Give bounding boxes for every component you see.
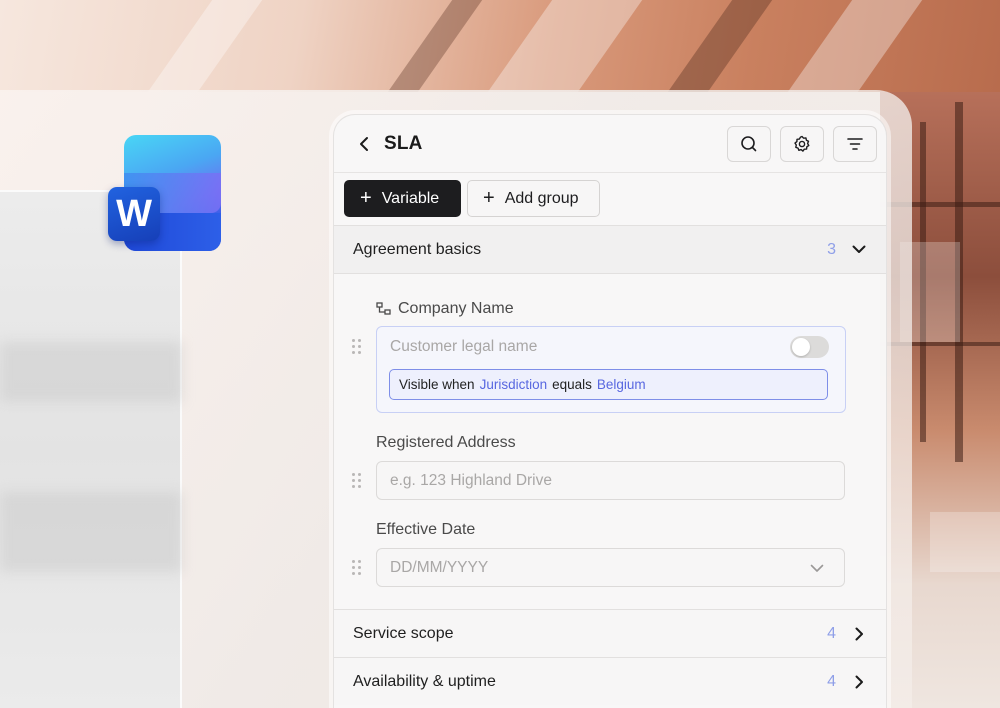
input-placeholder: DD/MM/YYYY bbox=[390, 558, 489, 576]
add-variable-label: Variable bbox=[381, 189, 440, 207]
condition-variable[interactable]: Jurisdiction bbox=[480, 377, 548, 392]
company-name-field[interactable]: Customer legal name Visible when Jurisdi… bbox=[376, 326, 846, 413]
filter-icon bbox=[847, 138, 863, 150]
toggle-knob bbox=[792, 338, 810, 356]
group-service-scope[interactable]: Service scope 4 bbox=[334, 609, 886, 657]
background-card bbox=[0, 190, 182, 708]
group-count: 3 bbox=[827, 240, 836, 258]
search-icon bbox=[741, 136, 757, 152]
group-count: 4 bbox=[827, 672, 836, 690]
visibility-condition[interactable]: Visible when Jurisdiction equals Belgium bbox=[389, 369, 828, 400]
group-count: 4 bbox=[827, 624, 836, 642]
drag-handle-icon[interactable] bbox=[352, 473, 362, 489]
word-app-icon: W bbox=[108, 135, 222, 251]
field-label: Effective Date bbox=[376, 521, 476, 538]
field-label: Registered Address bbox=[376, 434, 516, 451]
group-availability-uptime[interactable]: Availability & uptime 4 bbox=[334, 657, 886, 705]
group-label: Service scope bbox=[353, 624, 454, 642]
field-label: Company Name bbox=[398, 300, 514, 317]
panel-header: SLA bbox=[334, 115, 886, 173]
condition-value[interactable]: Belgium bbox=[597, 377, 646, 392]
variables-panel: SLA + Variable + Add group Agreement bas… bbox=[333, 114, 887, 708]
chevron-down-icon bbox=[810, 564, 824, 572]
settings-button[interactable] bbox=[780, 126, 824, 162]
company-name-placeholder: Customer legal name bbox=[390, 338, 538, 355]
background-architecture-top bbox=[0, 0, 1000, 92]
add-group-button[interactable]: + Add group bbox=[467, 180, 600, 217]
company-name-label-row: Company Name bbox=[376, 300, 514, 318]
input-placeholder: e.g. 123 Highland Drive bbox=[390, 471, 552, 489]
plus-icon: + bbox=[483, 186, 495, 209]
variable-type-icon bbox=[376, 302, 391, 315]
effective-date-select[interactable]: DD/MM/YYYY bbox=[376, 548, 845, 587]
plus-icon: + bbox=[360, 186, 372, 209]
gear-icon bbox=[794, 135, 810, 152]
add-variable-button[interactable]: + Variable bbox=[344, 180, 461, 217]
chevron-right-icon bbox=[852, 627, 866, 641]
filter-button[interactable] bbox=[833, 126, 877, 162]
back-button[interactable] bbox=[356, 135, 372, 153]
group-agreement-basics[interactable]: Agreement basics 3 bbox=[334, 226, 886, 274]
drag-handle-icon[interactable] bbox=[352, 560, 362, 576]
page-title: SLA bbox=[384, 133, 423, 154]
chevron-left-icon bbox=[360, 137, 368, 151]
chevron-down-icon bbox=[852, 243, 866, 257]
chevron-right-icon bbox=[852, 675, 866, 689]
add-group-label: Add group bbox=[504, 189, 579, 207]
visibility-toggle[interactable] bbox=[790, 336, 829, 358]
condition-prefix: Visible when bbox=[399, 377, 475, 392]
registered-address-input[interactable]: e.g. 123 Highland Drive bbox=[376, 461, 845, 500]
search-button[interactable] bbox=[727, 126, 771, 162]
group-label: Agreement basics bbox=[353, 240, 482, 258]
condition-operator: equals bbox=[552, 377, 592, 392]
drag-handle-icon[interactable] bbox=[352, 339, 362, 355]
group-label: Availability & uptime bbox=[353, 672, 496, 690]
panel-toolbar: + Variable + Add group bbox=[334, 173, 886, 226]
word-letter-icon: W bbox=[108, 187, 160, 241]
